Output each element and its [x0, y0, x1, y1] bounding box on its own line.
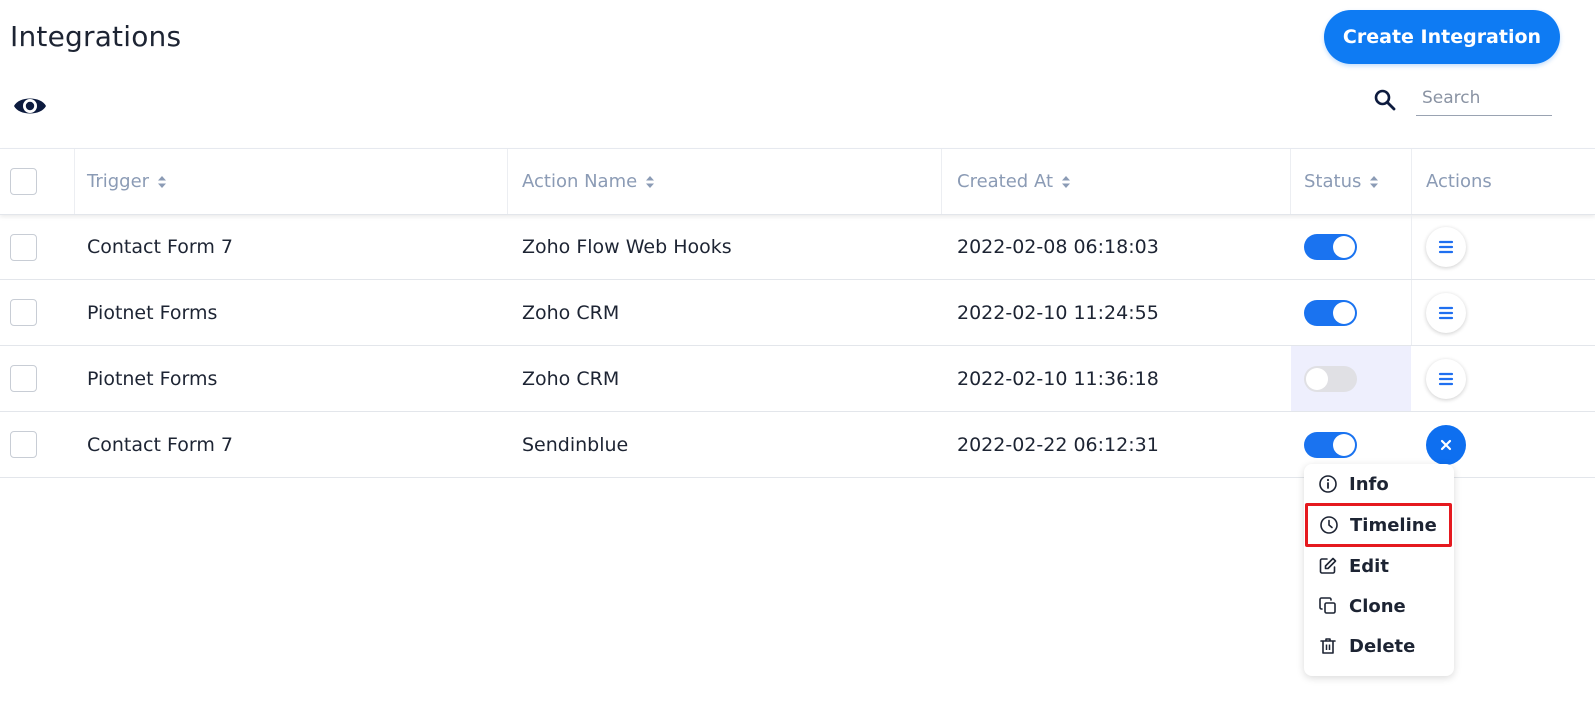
menu-item-label: Edit	[1349, 555, 1389, 577]
table-header: Trigger Action Name Created At Status Ac…	[0, 148, 1595, 214]
sort-icon[interactable]	[1061, 175, 1071, 189]
menu-item-label: Clone	[1349, 595, 1406, 617]
created-at-cell: 2022-02-10 11:36:18	[957, 367, 1159, 390]
table-row: Piotnet Forms Zoho CRM 2022-02-10 11:36:…	[0, 346, 1595, 412]
trash-icon	[1320, 638, 1336, 654]
sort-icon[interactable]	[645, 175, 655, 189]
eye-icon[interactable]	[13, 93, 47, 119]
created-at-cell: 2022-02-08 06:18:03	[957, 236, 1159, 258]
search-input[interactable]	[1416, 80, 1552, 115]
status-toggle[interactable]	[1304, 431, 1357, 458]
hamburger-icon	[1438, 306, 1454, 319]
trigger-cell: Contact Form 7	[87, 236, 233, 258]
menu-item-clone[interactable]: Clone	[1304, 588, 1454, 624]
row-checkbox[interactable]	[10, 431, 37, 458]
actions-dropdown-menu: Info Timeline Edit Clone Delete	[1304, 464, 1454, 676]
column-header-created-at-label: Created At	[957, 171, 1054, 192]
column-header-status-label: Status	[1304, 171, 1362, 192]
row-checkbox[interactable]	[10, 233, 37, 261]
status-toggle[interactable]	[1304, 299, 1357, 326]
status-toggle[interactable]	[1304, 365, 1357, 392]
info-icon	[1319, 475, 1337, 493]
actions-menu-button[interactable]	[1426, 292, 1466, 333]
menu-item-label: Info	[1349, 473, 1389, 495]
clock-icon	[1320, 516, 1338, 534]
action-name-cell: Zoho Flow Web Hooks	[522, 236, 732, 258]
sort-icon[interactable]	[1369, 175, 1379, 189]
action-name-cell: Zoho CRM	[522, 301, 620, 324]
edit-icon	[1319, 557, 1337, 574]
action-name-cell: Zoho CRM	[522, 367, 620, 390]
hamburger-icon	[1438, 372, 1454, 385]
search-icon[interactable]	[1372, 87, 1398, 113]
integrations-table: Trigger Action Name Created At Status Ac…	[0, 148, 1595, 478]
column-header-actions: Actions	[1426, 149, 1492, 214]
menu-item-label: Delete	[1349, 635, 1416, 657]
trigger-cell: Piotnet Forms	[87, 367, 218, 390]
status-toggle[interactable]	[1304, 234, 1357, 260]
table-row: Contact Form 7 Zoho Flow Web Hooks 2022-…	[0, 214, 1595, 280]
sort-icon[interactable]	[157, 175, 167, 189]
menu-item-delete[interactable]: Delete	[1304, 628, 1454, 664]
menu-item-timeline[interactable]: Timeline	[1305, 503, 1452, 547]
select-all-checkbox[interactable]	[10, 168, 37, 195]
close-icon	[1440, 439, 1452, 450]
column-header-action-name-label: Action Name	[522, 171, 638, 192]
trigger-cell: Piotnet Forms	[87, 301, 218, 324]
create-integration-button[interactable]: Create Integration	[1324, 10, 1560, 64]
search-field	[1416, 80, 1552, 116]
page-title: Integrations	[10, 20, 182, 53]
action-name-cell: Sendinblue	[522, 433, 629, 456]
actions-menu-button[interactable]	[1426, 227, 1466, 267]
table-row: Piotnet Forms Zoho CRM 2022-02-10 11:24:…	[0, 280, 1595, 346]
column-header-created-at[interactable]: Created At	[957, 149, 1071, 214]
column-header-action-name[interactable]: Action Name	[522, 149, 655, 214]
actions-menu-button[interactable]	[1426, 358, 1466, 399]
close-menu-button[interactable]	[1426, 424, 1466, 465]
created-at-cell: 2022-02-10 11:24:55	[957, 301, 1159, 324]
row-checkbox[interactable]	[10, 299, 37, 326]
column-header-trigger[interactable]: Trigger	[87, 149, 167, 214]
menu-item-edit[interactable]: Edit	[1304, 548, 1454, 584]
column-header-trigger-label: Trigger	[87, 171, 150, 192]
clone-icon	[1319, 597, 1336, 614]
created-at-cell: 2022-02-22 06:12:31	[957, 433, 1159, 456]
menu-item-info[interactable]: Info	[1304, 466, 1454, 502]
column-header-actions-label: Actions	[1426, 171, 1492, 192]
row-checkbox[interactable]	[10, 365, 37, 392]
select-all-cell	[10, 149, 37, 214]
hamburger-icon	[1438, 240, 1454, 254]
column-header-status[interactable]: Status	[1304, 149, 1379, 214]
menu-item-label: Timeline	[1350, 514, 1437, 536]
trigger-cell: Contact Form 7	[87, 433, 233, 456]
